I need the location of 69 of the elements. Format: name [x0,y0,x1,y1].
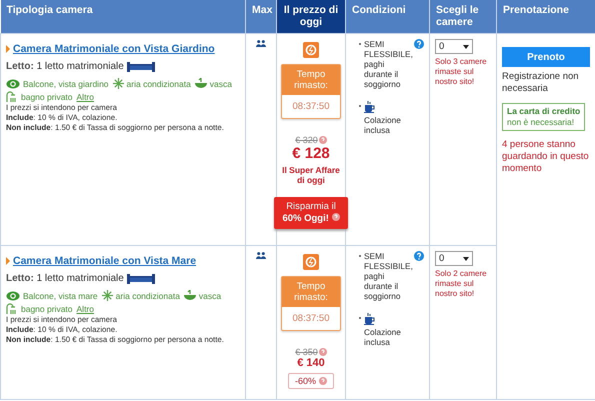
caret-icon [6,45,10,53]
help-icon [318,348,327,356]
amenity-label: vasca [210,78,232,88]
column-header: Max [246,0,276,34]
availability-note: Solo 3 camere rimaste sul nostro sito! [435,57,488,87]
people-icon [256,252,266,259]
people-icon [256,40,266,47]
info-icon [414,251,424,261]
current-price: € 128 [292,145,330,162]
bed-icon [126,274,155,284]
room-link[interactable]: Camera Matrimoniale con Vista Mare [6,255,196,267]
old-price: € 320 [295,135,318,145]
snowflake-icon [112,78,124,89]
column-header: Tipologia camera [0,0,246,34]
bed-text: Letto: 1 letto matrimoniale [6,273,124,284]
amenity-label: bagno privato [21,304,73,314]
amenity-label: aria condizionata [116,290,180,300]
bowl-icon [184,290,196,301]
more-link[interactable]: Altro [76,304,94,314]
help-icon [332,213,340,221]
eye-icon [6,78,20,88]
info-icon [414,39,424,49]
availability-note: Solo 2 camere rimaste sul nostro sito! [435,269,488,299]
savings-banner: Risparmia il 60% Oggi! [274,197,348,229]
amenity-label: Balcone, vista giardino [23,78,109,88]
shower-icon [6,303,18,315]
amenity-label: aria condizionata [126,78,191,88]
quantity-select[interactable]: 0 [435,39,473,54]
countdown-time: 08:37:50 [292,100,330,114]
deal-note: Il Super Affare di oggi [281,165,341,185]
old-price: € 350 [295,347,318,357]
bed-text: Letto: 1 letto matrimoniale [6,61,124,72]
coffee-cup-icon [364,313,375,325]
column-header: Prenotazione [496,0,595,34]
help-icon [319,377,327,385]
discount-tag: -60% [288,373,334,389]
column-header: Scegli le camere [430,0,496,34]
book-button[interactable]: Prenoto [502,47,590,67]
amenity-label: vasca [198,290,222,300]
quantity-select[interactable]: 0 [435,251,473,266]
condition-text: Colazione inclusa [364,115,402,135]
lightning-icon [303,254,319,270]
credit-card-notice: La carta di credito non è necessaria! [502,103,586,131]
more-link[interactable]: Altro [76,92,94,102]
lightning-icon [303,42,319,58]
current-price: € 140 [297,357,325,369]
timer-label: Tempo rimasto: [282,65,340,95]
condition-text: Colazione inclusa [364,327,402,347]
shower-icon [6,91,18,103]
help-icon [318,136,327,144]
timer-label: Tempo rimasto: [282,277,340,307]
registration-note: Registrazione non necessaria [502,71,580,95]
countdown-time: 08:37:50 [292,312,330,326]
viewers-note: 4 persone stanno guardando in questo momento [502,139,590,175]
column-header: Condizioni [346,0,430,34]
eye-icon [6,290,20,300]
caret-icon [6,257,10,265]
snowflake-icon [102,290,113,301]
condition-text: SEMI FLESSIBILE, paghi durante il soggiorno [364,251,414,301]
amenity-label: bagno privato [21,92,73,102]
bed-icon [126,62,155,72]
column-header: Il prezzo di oggi [276,0,346,34]
condition-text: SEMI FLESSIBILE, paghi durante il soggiorno [364,39,414,89]
caret-icon [463,44,469,48]
coffee-cup-icon [364,101,375,113]
caret-icon [463,256,469,260]
bowl-icon [194,78,207,89]
room-link[interactable]: Camera Matrimoniale con Vista Giardino [6,43,215,55]
amenity-label: Balcone, vista mare [23,290,98,300]
